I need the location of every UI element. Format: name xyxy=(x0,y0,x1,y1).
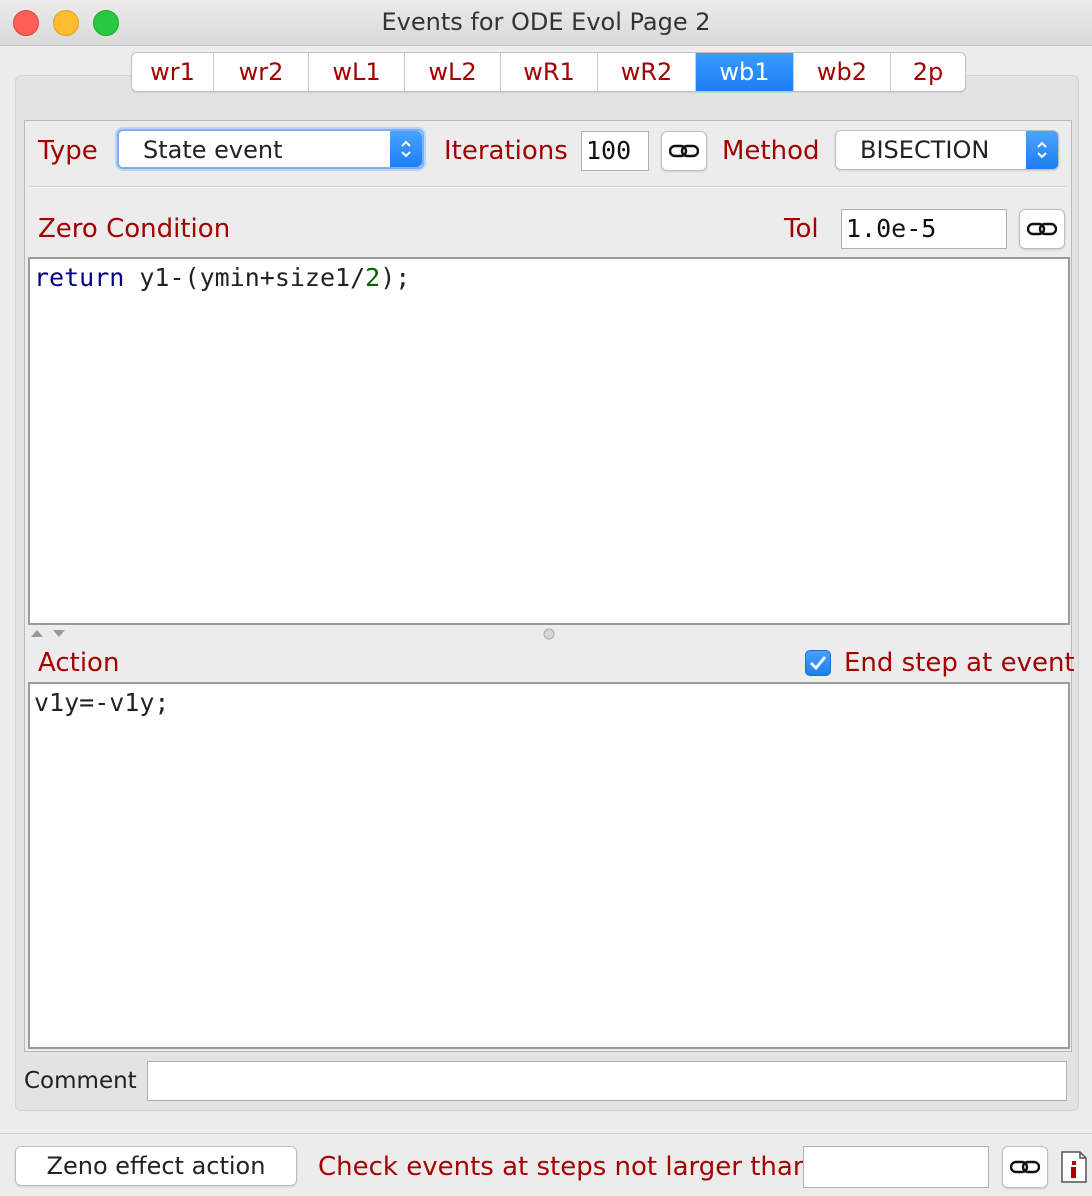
end-step-label[interactable]: End step at event xyxy=(844,648,1075,678)
comment-label: Comment xyxy=(24,1068,137,1094)
iterations-link-button[interactable] xyxy=(661,131,707,171)
type-select-value: State event xyxy=(143,136,283,164)
zeno-effect-action-button[interactable]: Zeno effect action xyxy=(15,1146,297,1186)
divider xyxy=(29,186,1067,188)
end-step-checkbox[interactable] xyxy=(805,650,831,676)
tab-wR1[interactable]: wR1 xyxy=(501,53,598,91)
link-icon xyxy=(1027,222,1057,236)
tab-wb1[interactable]: wb1 xyxy=(696,53,794,91)
chevron-updown-icon xyxy=(390,131,422,167)
code-text: y1-(ymin+size1/ xyxy=(124,263,366,292)
zero-condition-label: Zero Condition xyxy=(38,214,231,244)
tol-input[interactable]: 1.0e-5 xyxy=(841,209,1007,249)
info-document-icon[interactable] xyxy=(1060,1150,1088,1184)
link-icon xyxy=(1010,1160,1040,1174)
split-pane-divider[interactable] xyxy=(29,624,1069,644)
type-label: Type xyxy=(38,136,98,166)
action-label: Action xyxy=(38,648,120,678)
check-events-link-button[interactable] xyxy=(1002,1146,1048,1188)
type-select[interactable]: State event xyxy=(117,129,424,169)
tab-wL1[interactable]: wL1 xyxy=(309,53,405,91)
tol-link-button[interactable] xyxy=(1019,209,1065,249)
action-code: v1y=-v1y; xyxy=(34,688,170,717)
tab-wL2[interactable]: wL2 xyxy=(405,53,501,91)
iterations-label: Iterations xyxy=(444,136,568,166)
check-events-label: Check events at steps not larger than xyxy=(318,1152,810,1182)
tab-wr1[interactable]: wr1 xyxy=(132,53,214,91)
comment-input[interactable] xyxy=(147,1061,1067,1101)
tol-label: Tol xyxy=(784,214,819,244)
tab-2p[interactable]: 2p xyxy=(891,53,965,91)
check-events-input[interactable] xyxy=(803,1146,989,1188)
method-label: Method xyxy=(722,136,820,166)
zero-condition-editor[interactable]: return y1-(ymin+size1/2); xyxy=(28,257,1070,625)
info-document-button[interactable] xyxy=(1060,1150,1088,1184)
checkmark-icon xyxy=(810,656,827,671)
method-select[interactable]: BISECTION xyxy=(835,130,1059,170)
title-bar: Events for ODE Evol Page 2 xyxy=(0,0,1092,46)
event-tabs: wr1 wr2 wL1 wL2 wR1 wR2 wb1 wb2 2p xyxy=(131,52,966,92)
link-icon xyxy=(669,144,699,158)
code-text-end: ); xyxy=(380,263,411,292)
drag-handle-icon[interactable] xyxy=(542,627,556,641)
tab-wb2[interactable]: wb2 xyxy=(794,53,891,91)
chevron-updown-icon xyxy=(1026,131,1058,169)
code-keyword: return xyxy=(34,263,125,292)
tab-wr2[interactable]: wr2 xyxy=(214,53,309,91)
window-title: Events for ODE Evol Page 2 xyxy=(381,8,711,36)
action-editor[interactable]: v1y=-v1y; xyxy=(28,682,1070,1049)
split-arrows-icon[interactable] xyxy=(29,627,69,641)
tab-wR2[interactable]: wR2 xyxy=(598,53,696,91)
method-select-value: BISECTION xyxy=(860,136,990,164)
footer-divider xyxy=(0,1133,1092,1134)
iterations-input[interactable]: 100 xyxy=(581,131,649,171)
code-number: 2 xyxy=(365,263,381,292)
